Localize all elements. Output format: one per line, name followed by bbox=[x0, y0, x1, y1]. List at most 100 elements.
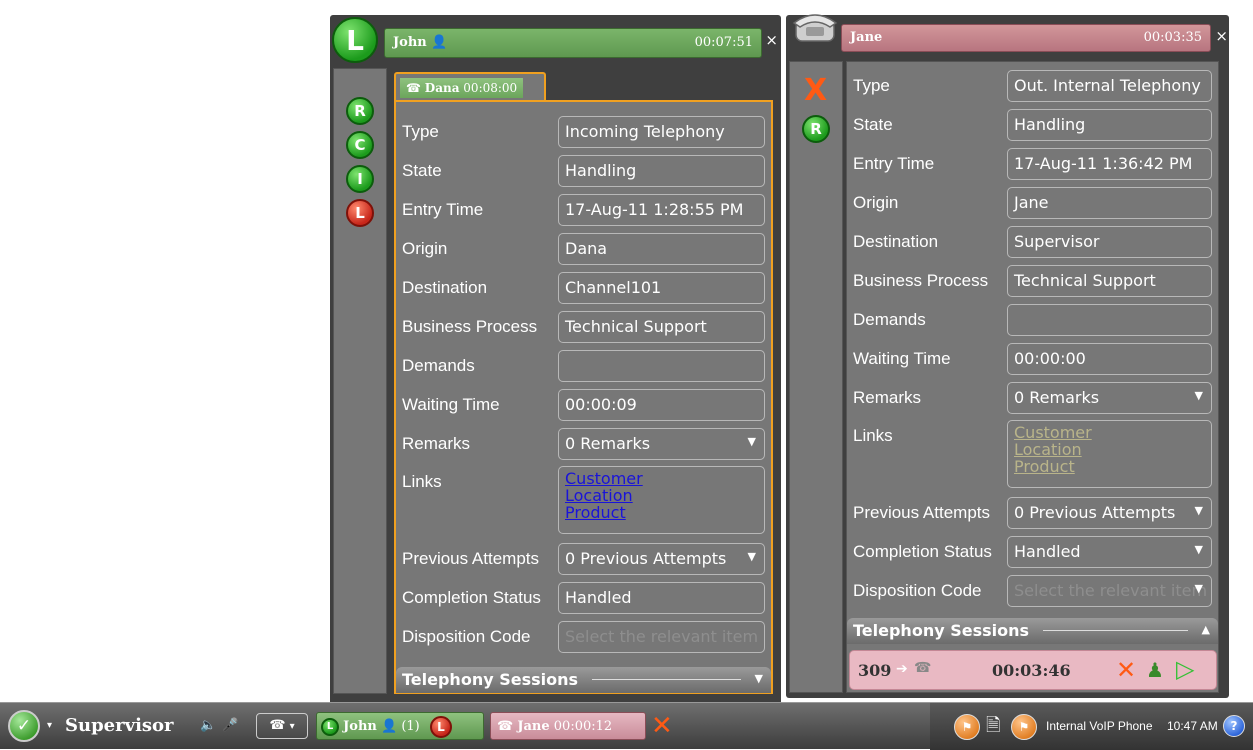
help-icon[interactable]: ? bbox=[1223, 715, 1245, 737]
waiting-time-field[interactable]: 00:00:00 bbox=[1007, 343, 1212, 375]
section-divider bbox=[1043, 630, 1188, 631]
type-field[interactable]: Incoming Telephony bbox=[558, 116, 765, 148]
field-label-disposition-code: Disposition Code bbox=[853, 581, 982, 600]
chevron-down-icon[interactable]: ▼ bbox=[755, 672, 763, 685]
field-state: State Handling bbox=[396, 155, 771, 189]
end-interaction-x-icon[interactable]: ✕ bbox=[651, 713, 673, 739]
close-window-button[interactable]: × bbox=[765, 31, 778, 49]
taskbar-item-jane[interactable]: ☎ Jane 00:00:12 bbox=[490, 712, 646, 740]
type-field[interactable]: Out. Internal Telephony bbox=[1007, 70, 1212, 102]
play-icon[interactable]: ▷ bbox=[1176, 655, 1194, 683]
field-type: Type Incoming Telephony bbox=[396, 116, 771, 150]
status-dropdown-chevron-icon[interactable]: ▾ bbox=[47, 712, 52, 740]
origin-field[interactable]: Jane bbox=[1007, 187, 1212, 219]
origin-field[interactable]: Dana bbox=[558, 233, 765, 265]
end-session-x-icon[interactable]: ✕ bbox=[1116, 658, 1136, 682]
phone-menu-button[interactable]: ☎ ▾ bbox=[256, 713, 308, 739]
field-remarks: Remarks 0 Remarks ▼ bbox=[396, 428, 771, 462]
reply-button-icon[interactable]: R bbox=[346, 97, 374, 125]
link-product[interactable]: Product bbox=[565, 504, 758, 521]
chevron-down-icon: ▾ bbox=[289, 721, 295, 732]
field-label-demands: Demands bbox=[853, 310, 926, 329]
business-process-field[interactable]: Technical Support bbox=[1007, 265, 1212, 297]
leave-button-icon[interactable]: L bbox=[346, 199, 374, 227]
conference-button-icon[interactable]: C bbox=[346, 131, 374, 159]
chevron-down-icon: ▼ bbox=[747, 550, 756, 563]
disposition-code-dropdown[interactable]: Select the relevant item bbox=[558, 621, 765, 653]
entry-time-field[interactable]: 17-Aug-11 1:36:42 PM bbox=[1007, 148, 1212, 180]
waiting-time-field[interactable]: 00:00:09 bbox=[558, 389, 765, 421]
contact-person-icon: 👤 bbox=[431, 35, 448, 50]
completion-status-dropdown[interactable]: Handled ▼ bbox=[1007, 536, 1212, 568]
title-name: Jane bbox=[850, 30, 883, 45]
phone-handset-icon: ☎ bbox=[406, 81, 421, 95]
telephony-sessions-header[interactable]: Telephony Sessions ▲ bbox=[847, 618, 1218, 644]
telephony-session-row[interactable]: 309 ➔ ☎ 00:03:46 ✕ ♟ ▷ bbox=[849, 650, 1217, 690]
transfer-users-icon[interactable]: ♟ bbox=[1146, 658, 1164, 682]
field-label-completion-status: Completion Status bbox=[853, 542, 992, 561]
field-completion-status: Completion Status Handled ▼ bbox=[847, 536, 1218, 570]
speaker-icon[interactable]: 🔈 bbox=[200, 712, 216, 740]
field-waiting-time: Waiting Time 00:00:00 bbox=[847, 343, 1218, 377]
link-location: Location bbox=[1014, 440, 1082, 459]
section-title: Telephony Sessions bbox=[402, 670, 579, 689]
alert-badge-icon[interactable]: ⚑ bbox=[954, 714, 980, 740]
end-call-x-icon[interactable]: X bbox=[804, 76, 827, 106]
logged-in-badge-icon[interactable]: L bbox=[332, 17, 378, 63]
previous-attempts-dropdown[interactable]: 0 Previous Attempts ▼ bbox=[1007, 497, 1212, 529]
completion-status-field[interactable]: Handled bbox=[558, 582, 765, 614]
chevron-down-icon: ▼ bbox=[1194, 582, 1203, 595]
field-waiting-time: Waiting Time 00:00:09 bbox=[396, 389, 771, 423]
leave-badge-icon[interactable]: L bbox=[429, 715, 452, 738]
demands-field[interactable] bbox=[1007, 304, 1212, 336]
link-customer[interactable]: Customer bbox=[565, 470, 758, 487]
info-button-icon[interactable]: I bbox=[346, 165, 374, 193]
title-name-text: John bbox=[393, 35, 427, 50]
destination-field[interactable]: Channel101 bbox=[558, 272, 765, 304]
destination-field[interactable]: Supervisor bbox=[1007, 226, 1212, 258]
window-titlebar-jane[interactable]: Jane 00:03:35 bbox=[841, 24, 1211, 52]
field-previous-attempts: Previous Attempts 0 Previous Attempts ▼ bbox=[396, 543, 771, 577]
field-origin: Origin Dana bbox=[396, 233, 771, 267]
interaction-window-john: L John 👤 00:07:51 × R C I L ☎ Dana 00:08… bbox=[330, 15, 781, 705]
telephony-sessions-header[interactable]: Telephony Sessions ▼ bbox=[396, 667, 771, 693]
user-role-label: Supervisor bbox=[65, 715, 174, 736]
chevron-down-icon: ▼ bbox=[1194, 389, 1203, 402]
field-links: Links Customer Location Product bbox=[847, 420, 1218, 488]
taskbar-jane-name: Jane bbox=[517, 719, 550, 734]
title-timer: 00:03:35 bbox=[1143, 30, 1202, 45]
link-customer: Customer bbox=[1014, 423, 1092, 442]
demands-field[interactable] bbox=[558, 350, 765, 382]
disposition-code-dropdown[interactable]: Select the relevant item ▼ bbox=[1007, 575, 1212, 607]
entry-time-field[interactable]: 17-Aug-11 1:28:55 PM bbox=[558, 194, 765, 226]
session-timer: 00:03:46 bbox=[992, 661, 1071, 680]
status-available-icon[interactable]: ✓ bbox=[8, 710, 40, 742]
reply-button-icon[interactable]: R bbox=[802, 115, 830, 143]
business-process-field[interactable]: Technical Support bbox=[558, 311, 765, 343]
tab-dana[interactable]: ☎ Dana 00:08:00 bbox=[394, 72, 546, 102]
field-label-business-process: Business Process bbox=[853, 271, 989, 290]
field-label-type: Type bbox=[402, 122, 439, 141]
taskbar-item-john[interactable]: L John 👤 (1) L bbox=[316, 712, 484, 740]
title-timer: 00:07:51 bbox=[694, 35, 753, 50]
state-field[interactable]: Handling bbox=[1007, 109, 1212, 141]
taskbar-john-count: (1) bbox=[401, 719, 420, 734]
document-icon[interactable]: 🗎 bbox=[986, 712, 1000, 740]
remarks-dropdown[interactable]: 0 Remarks ▼ bbox=[1007, 382, 1212, 414]
microphone-icon[interactable]: 🎤 bbox=[222, 712, 238, 740]
link-location[interactable]: Location bbox=[565, 487, 758, 504]
chevron-down-icon: ▼ bbox=[1194, 504, 1203, 517]
notification-badge-icon[interactable]: ⚑ bbox=[1011, 714, 1037, 740]
phone-handset-icon: ☎ bbox=[914, 660, 932, 676]
chevron-up-icon[interactable]: ▲ bbox=[1202, 623, 1210, 636]
close-window-button[interactable]: × bbox=[1215, 27, 1228, 45]
field-destination: Destination Supervisor bbox=[847, 226, 1218, 260]
field-demands: Demands bbox=[847, 304, 1218, 338]
previous-attempts-dropdown[interactable]: 0 Previous Attempts ▼ bbox=[558, 543, 765, 575]
field-destination: Destination Channel101 bbox=[396, 272, 771, 306]
desk-phone-icon bbox=[792, 14, 838, 42]
window-titlebar-john[interactable]: John 👤 00:07:51 bbox=[384, 28, 762, 58]
remarks-dropdown[interactable]: 0 Remarks ▼ bbox=[558, 428, 765, 460]
links-box: Customer Location Product bbox=[558, 466, 765, 534]
state-field[interactable]: Handling bbox=[558, 155, 765, 187]
